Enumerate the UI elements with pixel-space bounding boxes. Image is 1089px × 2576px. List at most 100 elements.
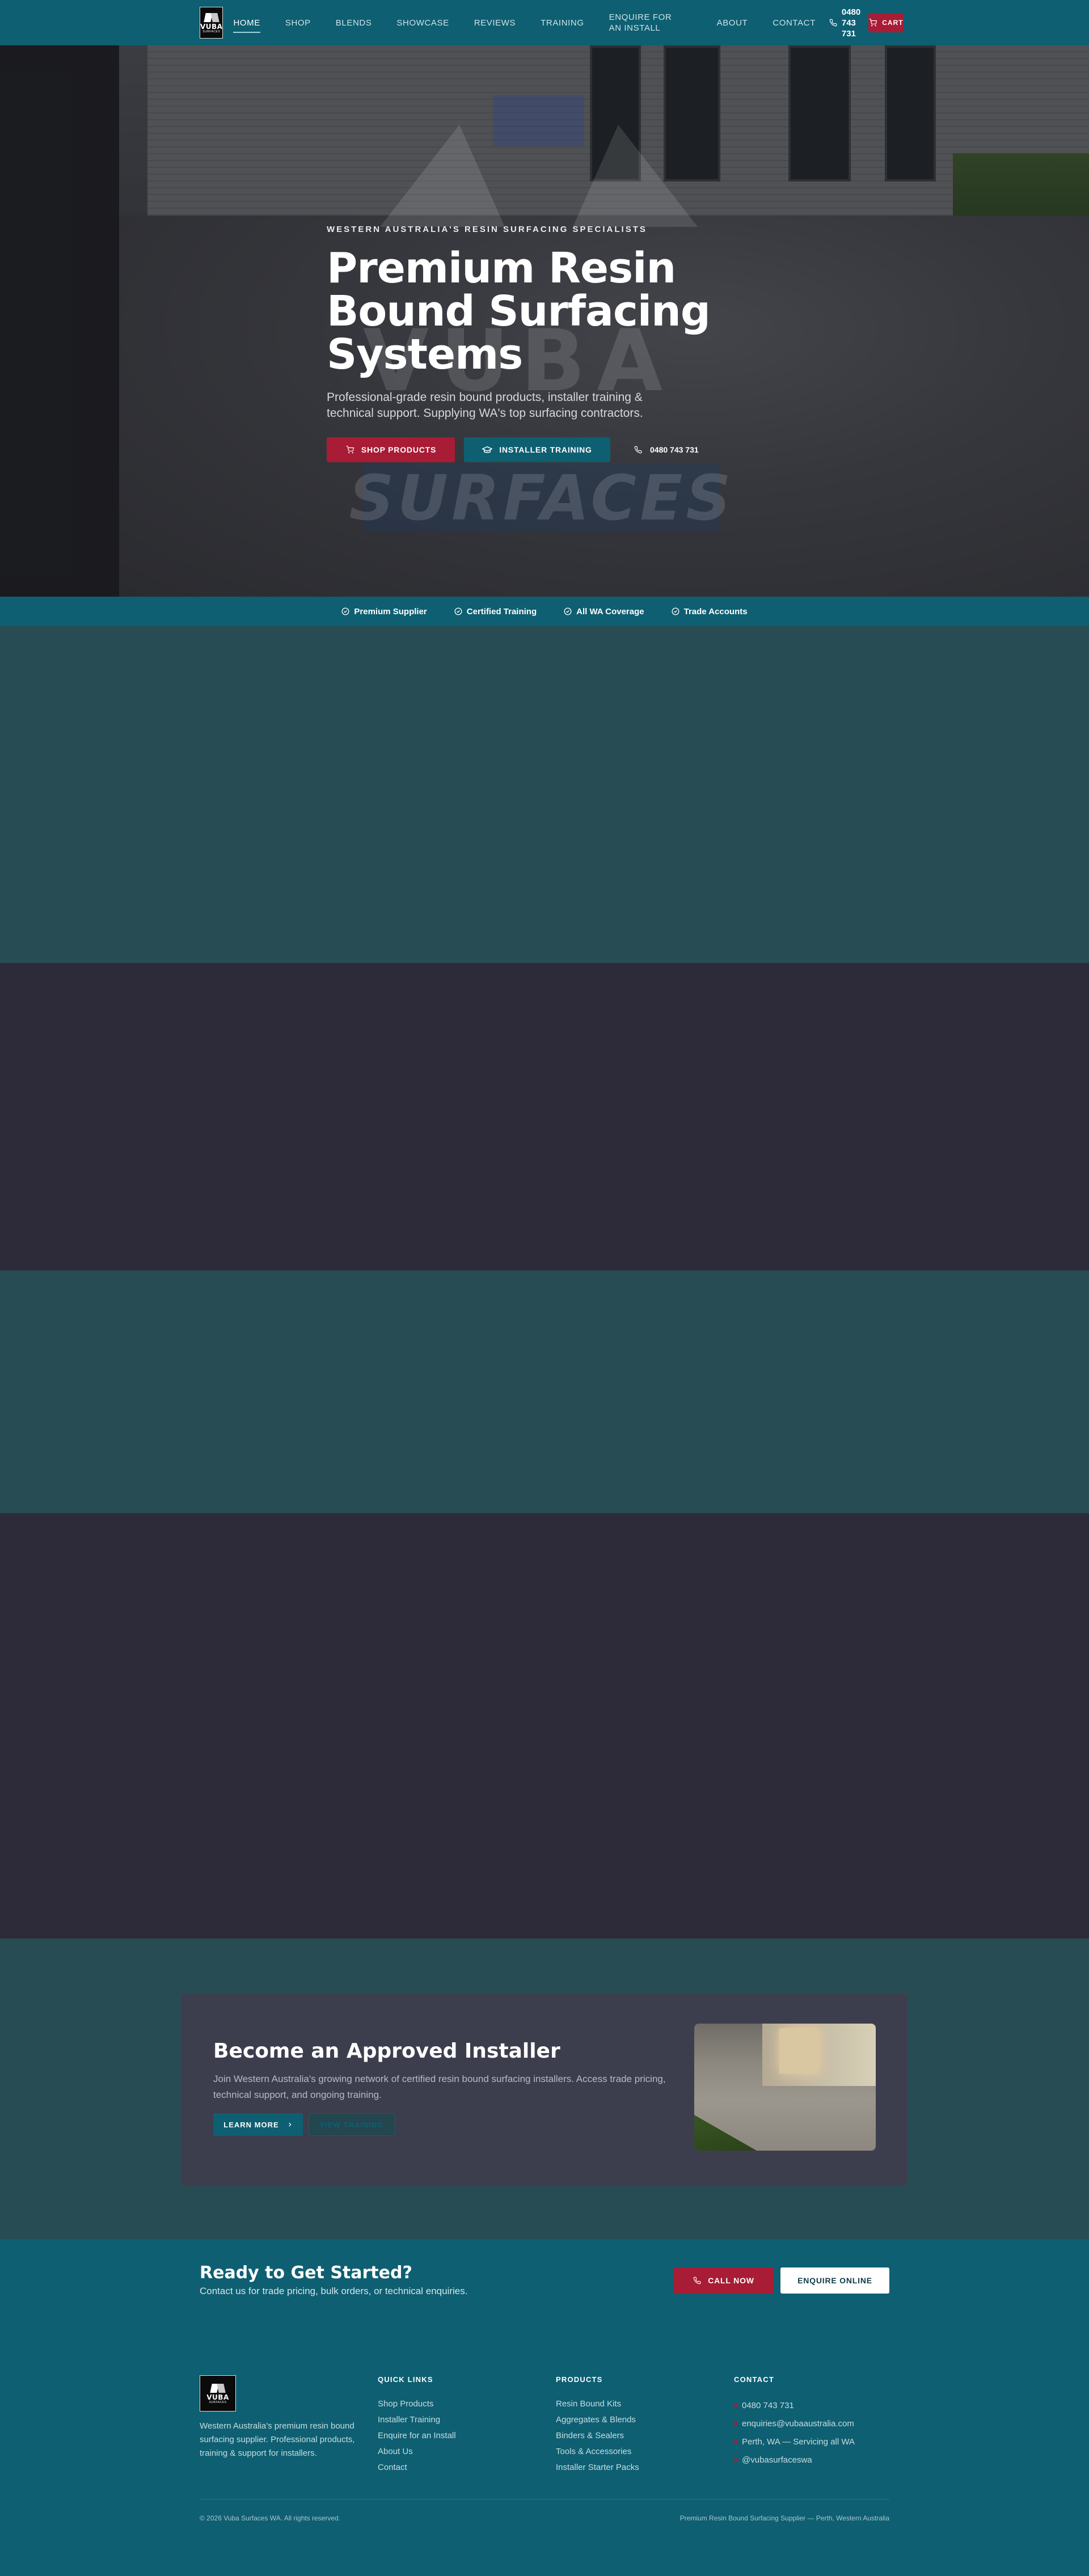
footer-heading: PRODUCTS	[556, 2375, 603, 2384]
footer-link[interactable]: Resin Bound Kits	[556, 2396, 639, 2412]
shop-products-button[interactable]: SHOP PRODUCTS	[327, 437, 455, 462]
footer-heading: CONTACT	[734, 2375, 774, 2384]
enquire-online-button[interactable]: ENQUIRE ONLINE	[780, 2267, 889, 2294]
cart-icon	[869, 19, 877, 27]
nav-item-about[interactable]: ABOUT	[717, 18, 748, 28]
check-circle-icon	[672, 607, 679, 615]
footer-link[interactable]: Shop Products	[378, 2396, 456, 2412]
hero-phone-number: 0480 743 731	[650, 445, 699, 454]
cart-icon	[346, 446, 354, 454]
nav-item-shop[interactable]: SHOP	[285, 18, 311, 28]
phone-icon	[634, 446, 642, 454]
enquire-online-label: ENQUIRE ONLINE	[797, 2276, 872, 2285]
nav-item-reviews[interactable]: REVIEWS	[474, 18, 516, 28]
footer-link[interactable]: Installer Training	[378, 2412, 456, 2428]
installer-card: Become an Approved Installer Join Wester…	[182, 1994, 907, 2186]
footer-link[interactable]: Enquire for an Install	[378, 2428, 456, 2444]
logo-sub: SURFACES	[202, 29, 221, 33]
footer-contact-text: @vubasurfaceswa	[742, 2455, 812, 2465]
cta-subtitle: Contact us for trade pricing, bulk order…	[200, 2286, 468, 2296]
footer-quick-links: QUICK LINKS Shop Products Installer Trai…	[378, 2375, 456, 2476]
hero-phone-link[interactable]: 0480 743 731	[634, 445, 699, 454]
nav-phone-link[interactable]: 0480 743 731	[829, 7, 860, 39]
footer-heading: QUICK LINKS	[378, 2375, 433, 2384]
view-training-button[interactable]: VIEW TRAINING	[309, 2113, 395, 2136]
phone-icon	[693, 2277, 701, 2284]
nav-item-training[interactable]: TRAINING	[541, 18, 584, 28]
chevron-right-icon	[288, 2122, 292, 2127]
footer-logo[interactable]: VUBA SURFACES	[200, 2375, 236, 2412]
trust-bar: Premium Supplier Certified Training All …	[0, 597, 1089, 626]
installer-actions: LEARN MORE VIEW TRAINING	[213, 2113, 395, 2136]
cta-footer-section: Ready to Get Started? Contact us for tra…	[0, 2239, 1089, 2576]
footer-link[interactable]: Aggregates & Blends	[556, 2412, 639, 2428]
cta-title: Ready to Get Started?	[200, 2263, 412, 2283]
view-training-label: VIEW TRAINING	[319, 2120, 384, 2129]
bullet-icon	[734, 2458, 737, 2461]
main-menu: HOME SHOP BLENDS SHOWCASE REVIEWS TRAINI…	[233, 12, 829, 33]
phone-icon	[829, 19, 837, 27]
footer-link[interactable]: Binders & Sealers	[556, 2428, 639, 2444]
footer-copyright: © 2026 Vuba Surfaces WA. All rights rese…	[200, 2514, 341, 2522]
installer-training-label: INSTALLER TRAINING	[499, 445, 592, 454]
logo-word: VUBA	[200, 22, 223, 31]
nav-item-contact[interactable]: CONTACT	[773, 18, 816, 28]
trust-item-label: Certified Training	[466, 606, 537, 616]
footer-about: Western Australia's premium resin bound …	[200, 2421, 355, 2458]
nav-phone-number: 0480 743 731	[841, 7, 861, 39]
nav-item-blends[interactable]: BLENDS	[336, 18, 372, 28]
hero-eyebrow: WESTERN AUSTRALIA'S RESIN SURFACING SPEC…	[327, 225, 647, 234]
nav-inner: VUBA SURFACES HOME SHOP BLENDS SHOWCASE …	[200, 0, 904, 45]
trust-item-label: All WA Coverage	[576, 606, 644, 616]
footer-contact: CONTACT 0480 743 731 enquiries@vubaaustr…	[734, 2375, 855, 2469]
learn-more-button[interactable]: LEARN MORE	[213, 2113, 303, 2136]
footer-contact-phone[interactable]: 0480 743 731	[734, 2396, 855, 2414]
content-section	[0, 1270, 1089, 1513]
logo-flag-mark	[203, 12, 220, 23]
footer-link[interactable]: Tools & Accessories	[556, 2444, 639, 2460]
trust-item: Premium Supplier	[341, 607, 427, 616]
footer-contact-social[interactable]: @vubasurfaceswa	[734, 2451, 855, 2469]
footer-link[interactable]: Contact	[378, 2460, 456, 2476]
hero-section: VUBA SURFACES WESTERN AUSTRALIA'S RESIN …	[0, 45, 1089, 597]
trust-item: Trade Accounts	[672, 607, 748, 616]
check-circle-icon	[454, 607, 462, 615]
check-circle-icon	[341, 607, 349, 615]
top-navigation: VUBA SURFACES HOME SHOP BLENDS SHOWCASE …	[0, 0, 1089, 45]
hero-title: Premium Resin Bound Surfacing Systems	[327, 244, 711, 379]
check-circle-icon	[564, 607, 572, 615]
trust-item: Certified Training	[454, 607, 537, 616]
footer-link[interactable]: Installer Starter Packs	[556, 2460, 639, 2476]
logo-word: VUBA	[206, 2393, 229, 2401]
footer-contact-location: Perth, WA — Servicing all WA	[734, 2433, 855, 2451]
installer-photo	[694, 2024, 876, 2151]
shop-products-label: SHOP PRODUCTS	[361, 445, 437, 454]
nav-item-showcase[interactable]: SHOWCASE	[396, 18, 449, 28]
installer-text: Join Western Australia's growing network…	[213, 2074, 666, 2100]
call-now-button[interactable]: CALL NOW	[674, 2267, 774, 2294]
trust-item-label: Premium Supplier	[354, 606, 427, 616]
trust-item-label: Trade Accounts	[683, 606, 748, 616]
nav-item-enquire[interactable]: ENQUIRE FOR AN INSTALL	[609, 12, 683, 33]
site-logo[interactable]: VUBA SURFACES	[200, 7, 223, 39]
watermark-mark	[380, 125, 698, 227]
footer-contact-email[interactable]: enquiries@vubaaustralia.com	[734, 2414, 855, 2433]
installer-training-button[interactable]: INSTALLER TRAINING	[464, 437, 610, 462]
footer-link[interactable]: About Us	[378, 2444, 456, 2460]
content-section	[0, 963, 1089, 1270]
bullet-icon	[734, 2440, 737, 2443]
cart-button[interactable]: CART	[868, 13, 904, 32]
bullet-icon	[734, 2422, 737, 2425]
nav-item-home[interactable]: HOME	[233, 18, 261, 33]
footer-contact-text: Perth, WA — Servicing all WA	[742, 2436, 855, 2447]
hero-content: WESTERN AUSTRALIA'S RESIN SURFACING SPEC…	[327, 225, 780, 462]
photo-lit-window	[779, 2028, 819, 2074]
trust-item: All WA Coverage	[564, 607, 644, 616]
footer-tagline: Premium Resin Bound Surfacing Supplier —…	[679, 2514, 889, 2522]
bullet-icon	[734, 2404, 737, 2407]
content-section	[0, 1513, 1089, 1939]
footer-contact-text: 0480 743 731	[742, 2400, 794, 2410]
content-section	[0, 626, 1089, 963]
logo-sub: SURFACES	[209, 2400, 227, 2404]
watermark-sub: SURFACES	[349, 462, 735, 534]
